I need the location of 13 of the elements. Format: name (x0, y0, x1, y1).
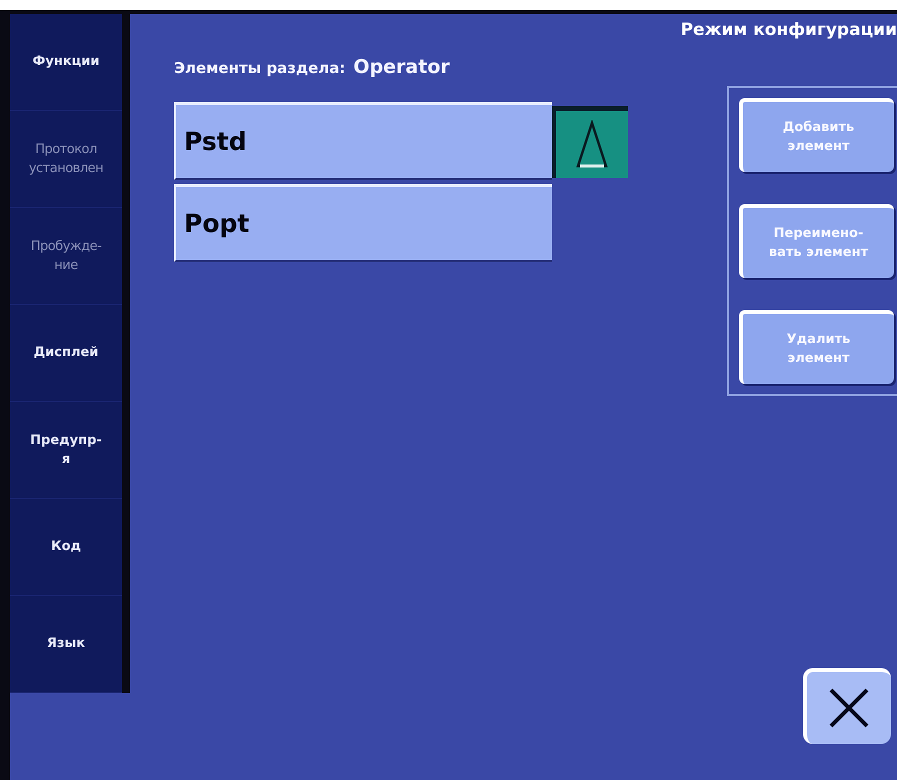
sidebar-item[interactable]: Предупр- я (10, 402, 122, 499)
sidebar-item[interactable]: Дисплей (10, 305, 122, 402)
section-label: Элементы раздела: (174, 59, 346, 77)
close-button[interactable] (803, 668, 891, 744)
triangle-icon (574, 120, 610, 170)
up-button[interactable] (552, 106, 628, 178)
list-item[interactable]: Pstd (174, 102, 552, 180)
window-title: Режим конфигурации (680, 20, 897, 40)
section-name: Operator (353, 56, 450, 78)
sidebar-item[interactable]: Язык (10, 596, 122, 693)
sidebar-item[interactable]: Функции (10, 14, 122, 111)
list-item[interactable]: Popt (174, 184, 552, 262)
sidebar-item[interactable]: Код (10, 499, 122, 596)
